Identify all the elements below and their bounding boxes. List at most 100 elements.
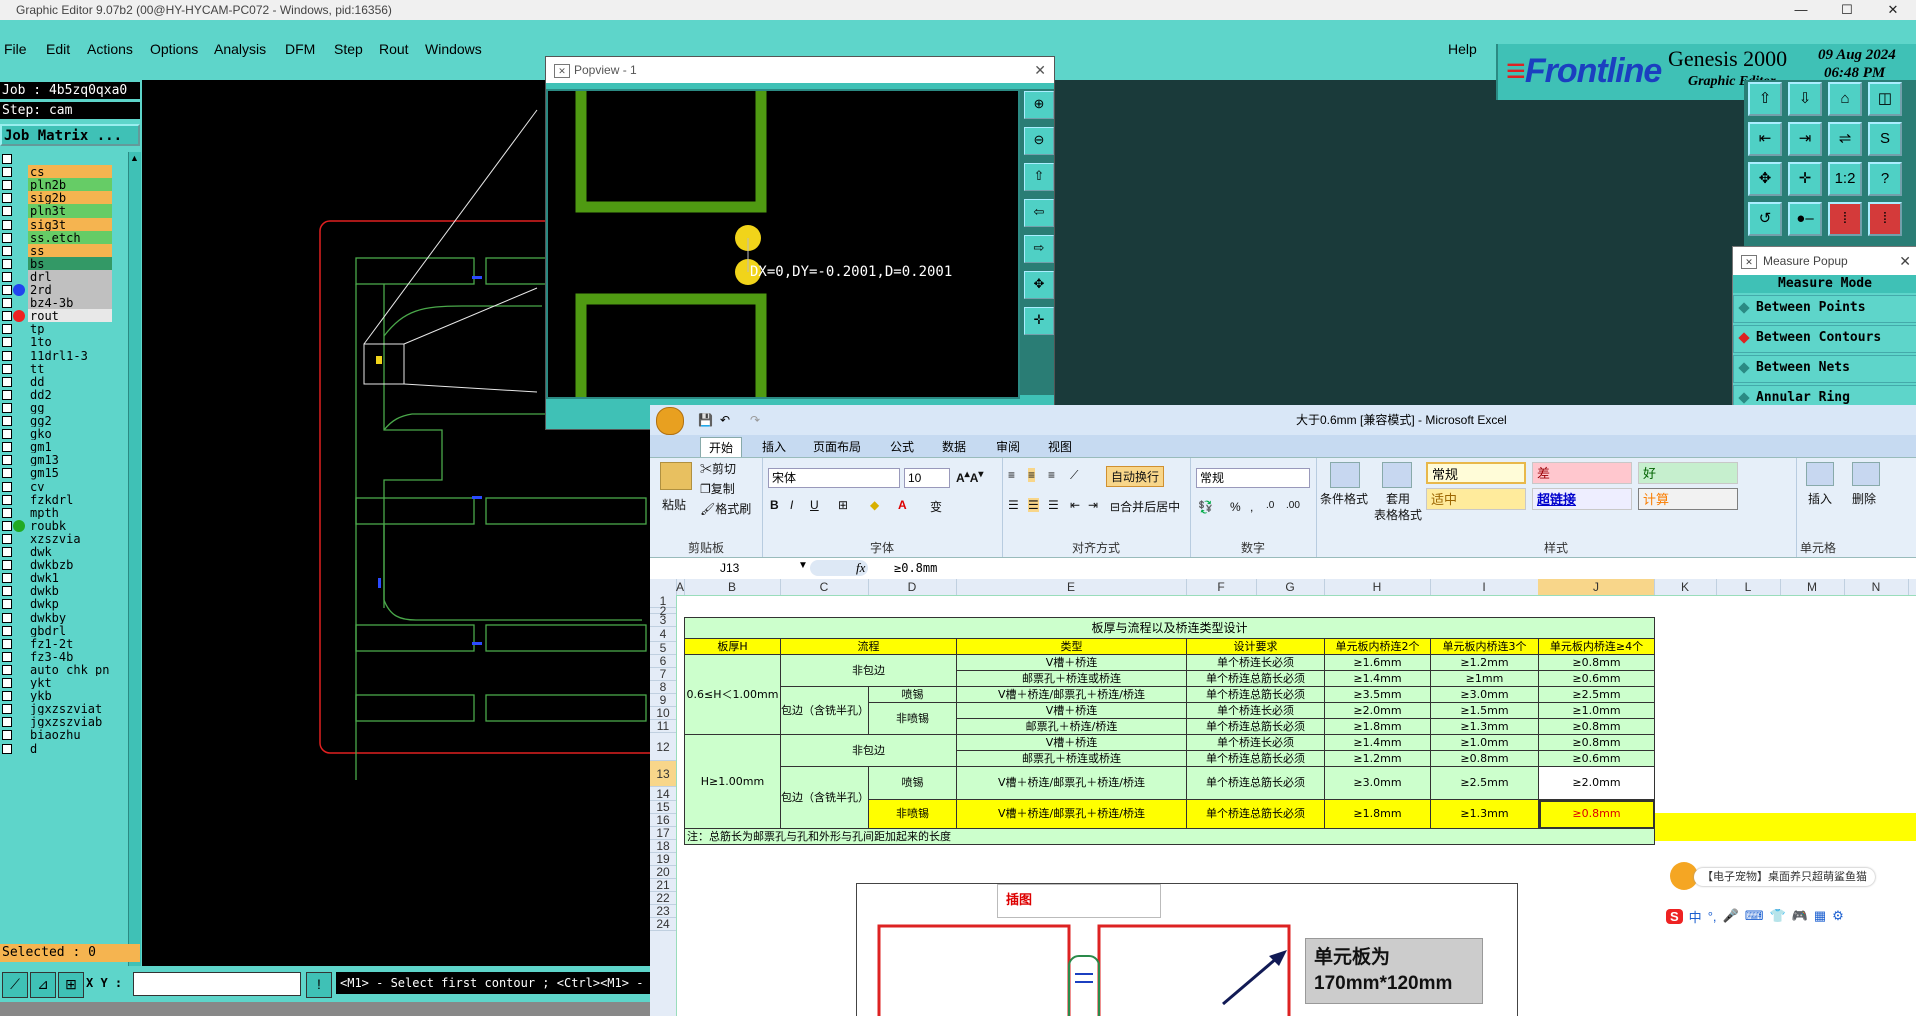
layer-checkbox[interactable] — [2, 664, 12, 675]
cell-thickness-group1[interactable]: 0.6≤H＜1.00mm — [684, 654, 781, 735]
layer-name[interactable]: mpth — [28, 505, 112, 520]
layer-name[interactable]: fzkdrl — [28, 492, 112, 507]
layer-checkbox[interactable] — [2, 442, 12, 453]
layer-name[interactable]: rout — [28, 309, 112, 324]
cell-thickness-group2[interactable]: H≥1.00mm — [684, 734, 781, 829]
layer-checkbox[interactable] — [2, 154, 12, 164]
align-bottom-icon[interactable]: ≡ — [1048, 468, 1055, 482]
currency-icon[interactable]: 💱 — [1198, 500, 1213, 514]
layer-name[interactable]: dwkby — [28, 610, 112, 625]
help-icon[interactable]: ? — [1868, 162, 1902, 196]
worksheet[interactable]: A B C D E F G H I J K L M N 1 2 3 4 5 6 7 8 9 10 1… — [650, 579, 1916, 1016]
layer-row[interactable]: sig3t — [0, 217, 126, 232]
fx-icon[interactable]: fx — [856, 560, 865, 576]
wrap-text-button[interactable]: 自动换行 — [1106, 466, 1165, 487]
layer-checkbox[interactable] — [2, 560, 12, 571]
minimize-button[interactable]: — — [1778, 0, 1824, 20]
net-icon[interactable]: ⁞ — [1828, 202, 1862, 236]
xy-input[interactable] — [133, 972, 301, 996]
zoom-tool-icon[interactable]: ⟋ — [2, 972, 28, 998]
bold-button[interactable]: B — [770, 498, 779, 512]
layer-checkbox[interactable] — [2, 232, 12, 243]
cell-value[interactable]: ≥3.0mm — [1430, 686, 1539, 703]
layer-checkbox[interactable] — [2, 468, 12, 479]
style-normal[interactable]: 常规 — [1426, 462, 1526, 484]
layer-row[interactable]: cv — [0, 479, 126, 494]
undo-icon[interactable]: ↶ — [720, 405, 730, 435]
layer-row[interactable]: dwkby — [0, 610, 126, 625]
layer-row[interactable]: ss — [0, 243, 126, 258]
layer-name[interactable] — [28, 152, 112, 166]
border-icon[interactable]: ⊞ — [838, 498, 848, 512]
layer-checkbox[interactable] — [2, 455, 12, 466]
cell-value[interactable]: ≥1.8mm — [1324, 718, 1431, 735]
conditional-format-button[interactable]: 条件格式 — [1320, 490, 1368, 507]
move-left-icon[interactable]: ⇦ — [1024, 199, 1054, 227]
layer-name[interactable]: tt — [28, 361, 112, 376]
layer-row[interactable]: rout — [0, 309, 126, 324]
layer-checkbox[interactable] — [2, 704, 12, 715]
cell-req[interactable]: 单个桥连总筋长必须 — [1186, 670, 1325, 687]
decimal-decrease-icon[interactable]: .00 — [1286, 500, 1300, 511]
move-right-icon[interactable]: ⇨ — [1024, 235, 1054, 263]
cell-value[interactable]: ≥1.0mm — [1430, 734, 1539, 751]
row-header[interactable]: 3 — [650, 614, 676, 627]
cell-req[interactable]: 单个桥连总筋长必须 — [1186, 686, 1325, 703]
cell-value[interactable]: ≥1.3mm — [1430, 799, 1539, 829]
mic-icon[interactable]: 🎤 — [1723, 908, 1739, 924]
layer-name[interactable]: dwk1 — [28, 571, 112, 586]
menu-rout[interactable]: Rout — [379, 41, 409, 57]
layer-name[interactable]: gko — [28, 427, 112, 442]
col-header-l[interactable]: L — [1716, 579, 1781, 595]
layer-name[interactable]: bz4-3b — [28, 296, 112, 311]
cell-value[interactable]: ≥1.2mm — [1430, 654, 1539, 671]
col-header-h[interactable]: H — [1324, 579, 1431, 595]
layer-row[interactable]: cs — [0, 165, 126, 180]
layer-row[interactable]: tp — [0, 322, 126, 337]
layer-row[interactable]: dd — [0, 374, 126, 389]
layer-name[interactable]: xzszvia — [28, 531, 112, 546]
cell-value[interactable]: ≥0.8mm — [1538, 718, 1655, 735]
style-hyperlink[interactable]: 超链接 — [1532, 488, 1632, 510]
menu-file[interactable]: File — [4, 41, 27, 57]
menu-help[interactable]: Help — [1448, 41, 1477, 57]
cell-value[interactable]: ≥2.5mm — [1430, 766, 1539, 800]
cell-non-spray[interactable]: 非喷锡 — [868, 702, 957, 735]
cell-type[interactable]: 邮票孔＋桥连或桥连 — [956, 670, 1187, 687]
layer-name[interactable]: sig3t — [28, 217, 112, 232]
tab-layout[interactable]: 页面布局 — [813, 437, 861, 457]
layer-row[interactable]: gm13 — [0, 453, 126, 468]
active-cell-j13[interactable]: ≥0.8mm — [1538, 799, 1655, 829]
layer-checkbox[interactable] — [2, 180, 12, 191]
layer-name[interactable]: dwkp — [28, 597, 112, 612]
align-middle-icon[interactable]: ≡ — [1028, 468, 1036, 482]
layer-name[interactable]: cv — [28, 479, 112, 494]
home-icon[interactable]: ⇧ — [1748, 82, 1782, 116]
row-header[interactable]: 13 — [650, 761, 676, 787]
net-alt-icon[interactable]: ⁞ — [1868, 202, 1902, 236]
layer-row[interactable] — [0, 152, 126, 166]
gear-icon[interactable]: ⚙ — [1832, 908, 1844, 924]
phonetic-icon[interactable]: 变 — [930, 498, 942, 515]
layer-checkbox[interactable] — [2, 520, 12, 531]
layer-name[interactable]: 1to — [28, 335, 112, 350]
layer-row[interactable]: gg2 — [0, 414, 126, 428]
layer-row[interactable]: bs — [0, 256, 126, 271]
close-button[interactable]: ✕ — [1870, 0, 1916, 20]
layer-name[interactable]: dwkb — [28, 584, 112, 599]
layer-checkbox[interactable] — [2, 730, 12, 741]
layer-row[interactable]: pln2b — [0, 178, 126, 193]
layer-name[interactable]: ykt — [28, 676, 112, 690]
layer-row[interactable]: ss.etch — [0, 230, 126, 245]
layer-row[interactable]: biaozhu — [0, 728, 126, 743]
layer-row[interactable]: fz1-2t — [0, 636, 126, 651]
layer-row[interactable]: fz3-4b — [0, 649, 126, 664]
layer-checkbox[interactable] — [2, 717, 12, 728]
cell-type[interactable]: V槽＋桥连 — [956, 734, 1187, 751]
paste-button[interactable]: 粘贴 — [662, 496, 686, 513]
layer-name[interactable]: bs — [28, 256, 112, 271]
cell-value[interactable]: ≥0.6mm — [1538, 750, 1655, 767]
layer-checkbox[interactable] — [2, 298, 12, 309]
layer-checkbox[interactable] — [2, 402, 12, 413]
menu-dfm[interactable]: DFM — [285, 41, 315, 57]
